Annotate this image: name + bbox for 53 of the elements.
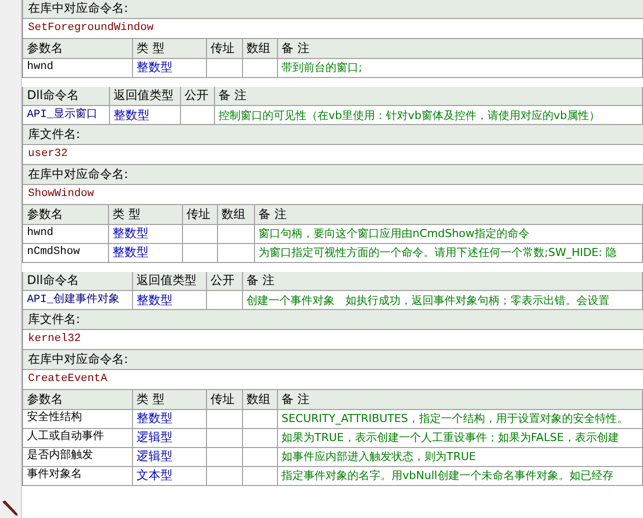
column-header: 传址 [206, 390, 242, 409]
column-header: 传址 [182, 205, 217, 224]
column-header: 传址 [206, 39, 242, 58]
table-cell: 人工或自动事件 [23, 428, 132, 447]
column-header: 备 注 [254, 205, 642, 224]
field-label: 库文件名: [23, 125, 643, 145]
type-link[interactable]: 整数型 [108, 243, 182, 262]
field-label: 在库中对应命令名: [23, 165, 643, 185]
column-header: 参数名 [23, 205, 108, 224]
table-cell: hwnd [23, 224, 108, 243]
field-label: 库文件名: [23, 310, 643, 330]
column-header: 返回值类型 [132, 272, 206, 290]
field-value: ShowWindow [23, 185, 643, 205]
table-cell: 如果为TRUE，表示创建一个人工重设事件；如果为FALSE，表示创建 [277, 428, 642, 447]
column-header: 参数名 [23, 39, 132, 58]
table-cell: 安全性结构 [23, 409, 132, 428]
column-header: Dll命令名 [23, 86, 109, 106]
table-cell: 为窗口指定可视性方面的一个命令。请用下述任何一个常数;SW_HIDE: 隐 [254, 243, 642, 262]
type-link[interactable]: 文本型 [132, 466, 206, 485]
column-header: 备 注 [242, 272, 642, 290]
type-link[interactable]: 逻辑型 [132, 428, 206, 447]
column-header: 备 注 [277, 39, 642, 58]
column-header: 参数名 [23, 390, 132, 409]
table-cell: 指定事件对象的名字。用vbNull创建一个未命名事件对象。如已经存 [277, 466, 642, 485]
column-header: 类 型 [132, 39, 206, 58]
field-label: 在库中对应命令名: [23, 0, 643, 19]
table-cell: 窗口句柄，要向这个窗口应用由nCmdShow指定的命令 [254, 224, 642, 243]
type-link[interactable]: 整数型 [132, 409, 206, 428]
table-cell: nCmdShow [23, 243, 108, 262]
column-header: 返回值类型 [109, 86, 180, 106]
column-header: 备 注 [214, 86, 642, 106]
table-cell: 带到前台的窗口; [277, 58, 642, 77]
column-header: 公开 [180, 86, 214, 106]
table-cell: 是否内部触发 [23, 447, 132, 466]
column-header: 公开 [206, 272, 242, 290]
table-cell: hwnd [23, 58, 132, 77]
table-cell: SECURITY_ATTRIBUTES，指定一个结构，用于设置对象的安全特性。 [277, 409, 642, 428]
pencil-icon [2, 500, 18, 516]
type-link[interactable]: 逻辑型 [132, 447, 206, 466]
column-header: Dll命令名 [23, 272, 132, 290]
table-cell: 如事件应内部进入触发状态，则为TRUE [277, 447, 642, 466]
field-value: SetForegroundWindow [23, 19, 643, 39]
table-cell: 事件对象名 [23, 466, 132, 485]
field-value: kernel32 [23, 330, 643, 350]
column-header: 数组 [217, 205, 254, 224]
field-label: 在库中对应命令名: [23, 350, 643, 370]
column-header: 数组 [242, 390, 277, 409]
type-link[interactable]: 整数型 [108, 224, 182, 243]
type-link[interactable]: 整数型 [132, 58, 206, 77]
column-header: 备 注 [277, 390, 642, 409]
column-header: 数组 [242, 39, 277, 58]
column-header: 类 型 [132, 390, 206, 409]
column-header: 类 型 [108, 205, 182, 224]
